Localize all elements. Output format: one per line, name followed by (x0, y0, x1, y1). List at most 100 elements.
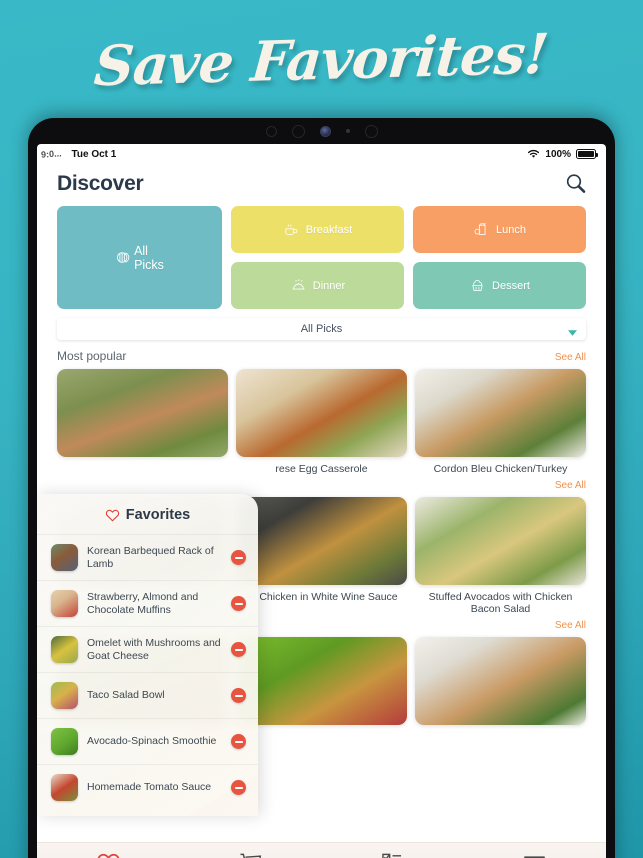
recipe-caption: let Chicken in White Wine Sauce (245, 590, 398, 603)
remove-circle-icon[interactable] (231, 688, 246, 703)
favorite-list-item[interactable]: Omelet with Mushrooms and Goat Cheese (37, 626, 258, 672)
category-label-lunch: Lunch (496, 223, 526, 236)
recipe-image (415, 636, 586, 725)
favorite-name: Avocado-Spinach Smoothie (87, 735, 217, 748)
category-tile-breakfast[interactable]: Breakfast (231, 206, 404, 253)
battery-percent: 100% (545, 148, 571, 160)
favorite-list-item[interactable]: Strawberry, Almond and Chocolate Muffins (37, 580, 258, 626)
favorite-list-item[interactable]: Avocado-Spinach Smoothie (37, 718, 258, 764)
tab-favorites[interactable] (37, 851, 179, 858)
favorite-list-item[interactable]: Homemade Tomato Sauce (37, 764, 258, 810)
tablet-bezel-top (28, 118, 615, 144)
recipe-image (415, 496, 586, 585)
remove-circle-icon[interactable] (231, 734, 246, 749)
category-tiles: All Picks Breakfast Lunch Dinner Dessert (37, 206, 606, 309)
wifi-icon (527, 149, 540, 159)
section-title: Most popular (57, 349, 127, 363)
see-all-link[interactable]: See All (555, 620, 586, 631)
favorites-header: Favorites (37, 494, 258, 534)
recipe-image (236, 636, 407, 725)
recipe-card[interactable] (236, 636, 407, 725)
category-tile-dinner[interactable]: Dinner (231, 262, 404, 309)
favorite-thumbnail (51, 590, 78, 617)
see-all-link[interactable]: See All (555, 480, 586, 491)
all-picks-line1: All (134, 243, 148, 258)
category-label-dinner: Dinner (312, 279, 346, 292)
recipe-image (57, 369, 228, 457)
recipe-caption: rese Egg Casserole (275, 463, 368, 475)
front-camera-icon (319, 125, 331, 137)
favorite-thumbnail (51, 636, 78, 663)
favorite-name: Homemade Tomato Sauce (87, 781, 212, 794)
page-title: Discover (57, 172, 144, 195)
category-label-dessert: Dessert (492, 279, 530, 292)
search-icon[interactable] (564, 172, 588, 196)
checklist-icon (381, 852, 404, 858)
tab-menu[interactable] (464, 854, 606, 858)
category-label-breakfast: Breakfast (305, 223, 353, 236)
favorite-name: Taco Salad Bowl (87, 689, 165, 702)
breakfast-cup-icon (283, 221, 300, 238)
favorite-name: Strawberry, Almond and Chocolate Muffins (87, 591, 199, 616)
filter-dropdown-value: All Picks (300, 323, 343, 335)
dinner-cloche-icon (290, 277, 307, 294)
heart-icon (96, 851, 121, 858)
sensor-ring-icon (265, 125, 277, 137)
ambient-sensor-icon (345, 129, 350, 133)
recipe-caption: Cordon Bleu Chicken/Turkey (433, 463, 568, 475)
status-bar: 9:0... Tue Oct 1 100% (37, 144, 606, 164)
favorite-thumbnail (51, 544, 78, 571)
banner-headline: Save Favorites! (92, 20, 551, 98)
category-label-all-picks: All Picks (134, 244, 164, 272)
favorite-list-item[interactable]: Taco Salad Bowl (37, 672, 258, 718)
favorite-thumbnail (51, 682, 78, 709)
all-picks-line2: Picks (134, 257, 164, 272)
see-all-link[interactable]: See All (555, 352, 586, 363)
favorite-thumbnail (51, 774, 78, 801)
status-time: 9:0... (40, 148, 62, 160)
banner: Save Favorites! (0, 0, 643, 118)
remove-circle-icon[interactable] (231, 550, 246, 565)
cupcake-icon (469, 277, 486, 294)
favorite-name: Omelet with Mushrooms and Goat Cheese (87, 637, 221, 662)
favorite-thumbnail (51, 728, 78, 755)
recipe-image (236, 369, 407, 457)
category-tile-lunch[interactable]: Lunch (413, 206, 586, 253)
sensor-ring2-icon (364, 124, 378, 138)
recipe-caption (57, 457, 228, 463)
battery-full-icon (576, 149, 598, 159)
recipe-card[interactable]: Stuffed Avocados with Chicken Bacon Sala… (415, 496, 586, 616)
recipe-image (415, 369, 586, 457)
section-header-most-popular: Most popular See All (37, 340, 606, 369)
recipe-card-row-1: rese Egg Casserole Cordon Bleu Chicken/T… (37, 369, 606, 476)
remove-circle-icon[interactable] (231, 780, 246, 795)
remove-circle-icon[interactable] (231, 596, 246, 611)
favorite-name: Korean Barbequed Rack of Lamb (87, 545, 214, 570)
favorites-panel: Favorites Korean Barbequed Rack of Lamb … (37, 494, 258, 816)
category-tile-all-picks[interactable]: All Picks (57, 206, 222, 309)
tab-shopping-cart[interactable] (179, 852, 321, 858)
menu-hamburger-icon (523, 854, 546, 858)
lunch-bag-icon (473, 221, 490, 238)
app-header: Discover (37, 164, 606, 206)
recipe-card[interactable]: Cordon Bleu Chicken/Turkey (415, 369, 586, 476)
all-picks-icon (115, 248, 134, 267)
tab-checklist[interactable] (322, 852, 464, 858)
recipe-card[interactable]: rese Egg Casserole (236, 369, 407, 476)
shopping-cart-icon (239, 852, 262, 858)
favorite-list-item[interactable]: Korean Barbequed Rack of Lamb (37, 534, 258, 580)
category-tile-dessert[interactable]: Dessert (413, 262, 586, 309)
heart-outline-icon (105, 508, 120, 522)
filter-dropdown[interactable]: All Picks (57, 318, 586, 340)
remove-circle-icon[interactable] (231, 642, 246, 657)
speaker-ring-icon (291, 124, 305, 138)
recipe-card[interactable] (57, 369, 228, 476)
recipe-card[interactable]: let Chicken in White Wine Sauce (236, 496, 407, 616)
favorites-title: Favorites (125, 507, 191, 523)
chevron-down-icon (568, 327, 577, 339)
bottom-tab-bar (37, 842, 606, 858)
recipe-card[interactable] (415, 636, 586, 725)
status-date: Tue Oct 1 (71, 148, 117, 160)
tablet-device: 9:0... Tue Oct 1 100% Discover All Picks… (28, 118, 615, 858)
recipe-caption: Stuffed Avocados with Chicken Bacon Sala… (428, 590, 573, 616)
